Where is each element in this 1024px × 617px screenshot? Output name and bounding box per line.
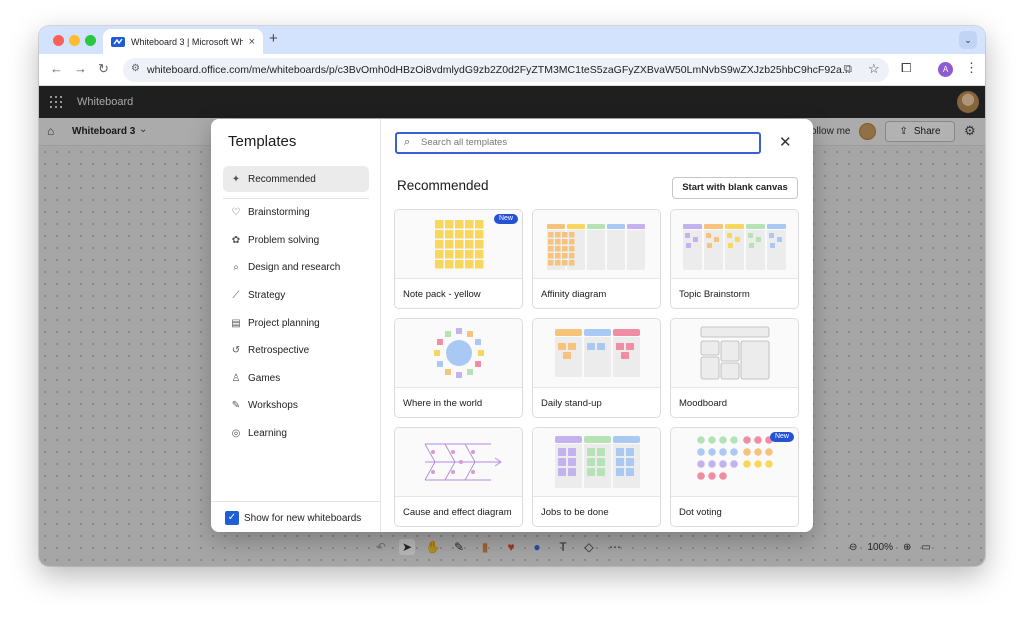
template-grid: Note pack - yellow New Affinity diagram Top… xyxy=(394,209,800,529)
sparkle-icon: ✦ xyxy=(231,173,241,185)
sidebar-item-learning[interactable]: ◎ Learning xyxy=(223,420,369,446)
template-card-label: Jobs to be done xyxy=(541,507,609,518)
sidebar-item-project-planning[interactable]: ▤ Project planning xyxy=(223,310,369,336)
template-card-note-pack-yellow[interactable]: Note pack - yellow New xyxy=(394,209,523,309)
sidebar-item-label: Brainstorming xyxy=(248,206,310,218)
world-map-preview xyxy=(395,319,522,388)
template-card-label: Note pack - yellow xyxy=(403,289,481,300)
affinity-diagram-preview xyxy=(533,210,660,279)
jobs-board-preview xyxy=(533,428,660,497)
wrench-icon: ✎ xyxy=(231,399,241,411)
start-blank-canvas-button[interactable]: Start with blank canvas xyxy=(672,177,798,199)
sidebar-item-label: Problem solving xyxy=(248,234,320,246)
section-title: Recommended xyxy=(397,178,489,193)
search-icon: ⌕ xyxy=(404,136,411,148)
sidebar-item-label: Recommended xyxy=(248,173,316,185)
forward-button[interactable]: → xyxy=(74,61,87,76)
window-close-button[interactable] xyxy=(53,35,64,46)
template-search-input[interactable] xyxy=(421,137,751,148)
extensions-icon[interactable]: ⧠ xyxy=(901,60,911,76)
template-card-moodboard[interactable]: Moodboard xyxy=(670,318,799,418)
sidebar-item-label: Project planning xyxy=(248,317,320,329)
puzzle-icon: ✿ xyxy=(231,234,241,246)
close-icon[interactable]: ✕ xyxy=(779,133,792,151)
dialog-title: Templates xyxy=(228,133,297,150)
reload-button[interactable]: ↻ xyxy=(98,61,109,77)
moodboard-preview xyxy=(671,319,798,388)
window-maximize-button[interactable] xyxy=(85,35,96,46)
template-card-jobs-to-be-done[interactable]: Jobs to be done xyxy=(532,427,661,527)
sidebar-item-problem-solving[interactable]: ✿ Problem solving xyxy=(223,227,369,253)
sidebar-item-workshops[interactable]: ✎ Workshops xyxy=(223,392,369,418)
trophy-icon: ♙ xyxy=(231,372,241,384)
topic-brainstorm-preview xyxy=(671,210,798,279)
sidebar-footer: ✓ Show for new whiteboards xyxy=(211,501,381,532)
sidebar-item-strategy[interactable]: ⟋ Strategy xyxy=(223,282,369,308)
template-card-topic-brainstorm[interactable]: Topic Brainstorm xyxy=(670,209,799,309)
sidebar-item-label: Design and research xyxy=(248,261,341,273)
show-for-new-checkbox[interactable]: ✓ xyxy=(225,511,239,525)
sidebar-item-label: Learning xyxy=(248,427,287,439)
template-card-dot-voting[interactable]: Dot voting New xyxy=(670,427,799,527)
tab-strip: Whiteboard 3 | Microsoft Whi × + ⌄ xyxy=(39,26,985,54)
template-card-label: Daily stand-up xyxy=(541,398,602,409)
template-card-where-in-the-world[interactable]: Where in the world xyxy=(394,318,523,418)
template-card-affinity-diagram[interactable]: Affinity diagram xyxy=(532,209,661,309)
sidebar-item-label: Strategy xyxy=(248,289,286,301)
template-card-label: Topic Brainstorm xyxy=(679,289,750,300)
site-info-icon[interactable]: ⚙ xyxy=(131,63,140,74)
sidebar-item-design-and-research[interactable]: ⌕ Design and research xyxy=(223,254,369,280)
new-badge: New xyxy=(769,432,794,442)
templates-sidebar: Templates ✦ Recommended ♡ Brainstorming ✿ Pro… xyxy=(211,119,381,532)
fishbone-preview xyxy=(395,428,522,497)
daily-standup-preview xyxy=(533,319,660,388)
show-for-new-label[interactable]: Show for new whiteboards xyxy=(244,513,361,524)
template-card-label: Where in the world xyxy=(403,398,483,409)
search-icon: ⌕ xyxy=(233,261,239,273)
sidebar-item-games[interactable]: ♙ Games xyxy=(223,365,369,391)
window-minimize-button[interactable] xyxy=(69,35,80,46)
browser-toolbar: ← → ↻ ⚙ whiteboard.office.com/me/whitebo… xyxy=(39,54,985,86)
profile-avatar[interactable]: A xyxy=(938,62,953,77)
template-search-box[interactable]: ⌕ xyxy=(395,132,761,154)
url-text[interactable]: whiteboard.office.com/me/whiteboards/p/c… xyxy=(147,64,851,76)
sidebar-item-retrospective[interactable]: ↺ Retrospective xyxy=(223,337,369,363)
sidebar-item-brainstorming[interactable]: ♡ Brainstorming xyxy=(223,199,369,225)
bookmark-star-icon[interactable]: ☆ xyxy=(868,61,880,77)
install-app-icon[interactable]: ⧉ xyxy=(844,63,852,76)
templates-dialog: Templates ✦ Recommended ♡ Brainstorming ✿ Pro… xyxy=(211,119,813,532)
globe-icon: ◎ xyxy=(231,427,241,439)
lightbulb-icon: ♡ xyxy=(231,206,241,218)
sidebar-item-label: Retrospective xyxy=(248,344,310,356)
chart-icon: ⟋ xyxy=(232,289,240,301)
tab-title: Whiteboard 3 | Microsoft Whi xyxy=(131,36,243,47)
sidebar-item-label: Workshops xyxy=(248,399,298,411)
calendar-icon: ▤ xyxy=(231,317,241,329)
back-button[interactable]: ← xyxy=(50,61,63,76)
template-card-daily-stand-up[interactable]: Daily stand-up xyxy=(532,318,661,418)
sidebar-item-recommended[interactable]: ✦ Recommended xyxy=(223,166,369,192)
browser-menu-icon[interactable]: ⋮ xyxy=(965,60,978,76)
template-card-label: Dot voting xyxy=(679,507,722,518)
new-tab-button[interactable]: + xyxy=(269,30,278,47)
new-badge: New xyxy=(493,214,518,224)
whiteboard-favicon-icon xyxy=(111,36,125,47)
sidebar-item-label: Games xyxy=(248,372,281,384)
address-bar[interactable]: ⚙ whiteboard.office.com/me/whiteboards/p… xyxy=(123,58,889,82)
template-card-label: Moodboard xyxy=(679,398,728,409)
template-card-label: Cause and effect diagram xyxy=(403,507,512,518)
tab-search-button[interactable]: ⌄ xyxy=(959,31,977,49)
retro-icon: ↺ xyxy=(231,344,241,356)
template-card-label: Affinity diagram xyxy=(541,289,607,300)
template-card-cause-and-effect-diagram[interactable]: Cause and effect diagram xyxy=(394,427,523,527)
tab-close-icon[interactable]: × xyxy=(249,36,255,48)
browser-tab[interactable]: Whiteboard 3 | Microsoft Whi × xyxy=(103,29,263,54)
